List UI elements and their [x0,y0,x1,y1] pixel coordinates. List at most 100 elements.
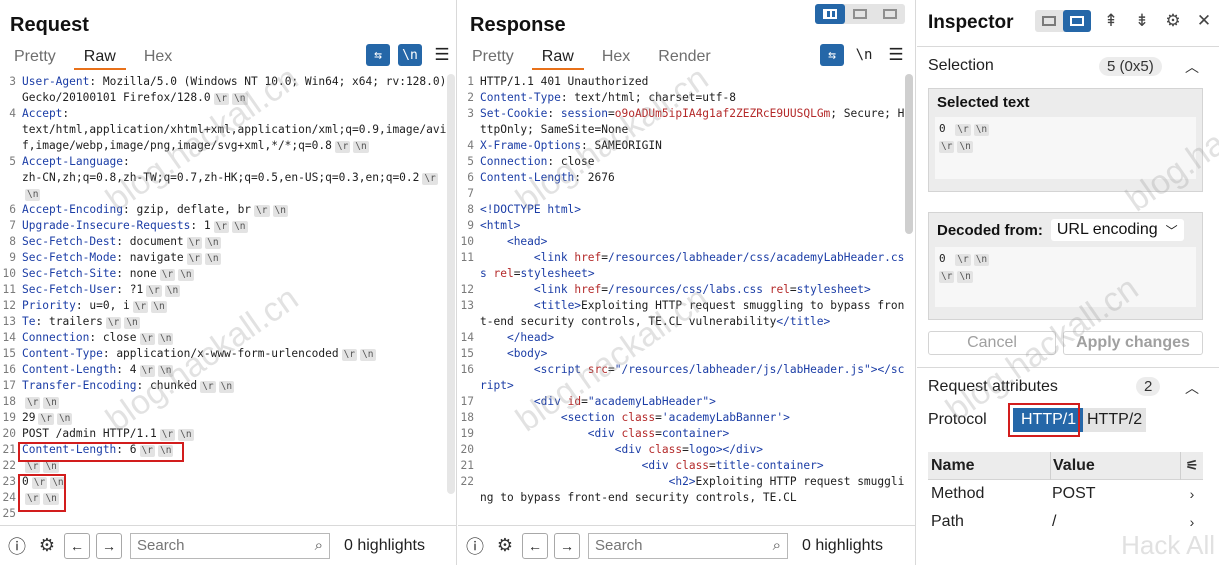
response-line: 6 Content-Length: 2676 [458,170,906,186]
response-line: 4 X-Frame-Options: SAMEORIGIN [458,138,906,154]
menu-icon[interactable]: ☰ [884,44,908,66]
previous-match-button[interactable]: ← [64,532,90,559]
decoded-from-label: Decoded from: [937,221,1043,239]
tab-pretty[interactable]: Pretty [462,46,524,70]
crlf-badge: \r [186,253,203,265]
header-colon: : [102,347,110,360]
tab-raw[interactable]: Raw [531,46,584,70]
crlf-badge: \r [146,285,162,297]
close-icon[interactable]: ✕ [1193,10,1215,32]
gear-icon[interactable]: ⚙ [1162,10,1184,32]
inspector-toolbar: ⇞ ⇟ ⚙ ✕ [1035,10,1215,32]
table-row[interactable]: Path / › [928,508,1203,536]
expand-all-icon[interactable]: ⇞ [1100,10,1122,32]
crlf-badge: \r [159,269,176,281]
previous-match-button[interactable]: ← [522,532,548,559]
layout-side-by-side-button[interactable] [815,4,845,24]
column-value[interactable]: Value [1051,457,1180,475]
protocol-http1-button[interactable]: HTTP/1 [1013,408,1085,432]
crlf-badge: \n [25,189,41,201]
header-value: 0 [22,475,29,488]
request-attributes-label: Request attributes [928,378,1058,395]
chevron-right-icon[interactable]: › [1181,514,1203,530]
header-name: Sec-Fetch-Dest [22,235,117,248]
chevron-up-icon[interactable]: ︿ [1185,57,1199,77]
crlf-badge: \n [178,269,194,281]
tab-hex[interactable]: Hex [592,46,640,70]
column-filter-icon[interactable]: ⚟ [1181,457,1203,474]
selected-text-value[interactable]: 0 \r \n \r \n [935,117,1196,179]
header-value: text/html,application/xhtml+xml,applicat… [22,123,447,152]
response-line: 20 <div class=logo></div> [458,442,906,458]
request-scrollbar[interactable] [447,74,455,494]
header-name: Sec-Fetch-Mode [22,251,117,264]
request-search-input[interactable] [137,537,315,554]
tab-pretty[interactable]: Pretty [4,46,66,70]
next-match-button[interactable]: → [96,532,122,559]
encoding-select[interactable]: URL encoding ﹀ [1050,219,1184,241]
line-number: 19 [460,427,474,440]
apply-changes-button[interactable]: Apply changes [1063,331,1203,355]
menu-icon[interactable]: ☰ [430,44,454,66]
attributes-table: Name Value ⚟ Method POST › Path / › [928,451,1203,536]
layout-stacked-button[interactable] [845,4,875,24]
header-colon: : [123,203,130,216]
response-tabs: Pretty Raw Hex Render [462,46,729,72]
selected-text-label: Selected text [937,94,1030,111]
crlf-badge: \r [939,271,955,283]
request-line: 24 \r \n [0,490,456,506]
selection-label: Selection [928,57,994,74]
response-editor[interactable]: 1 HTTP/1.1 401 Unauthorized 2 Content-Type:… [458,74,906,526]
column-name[interactable]: Name [928,457,1050,475]
line-number: 18 [2,395,16,408]
chevron-right-icon[interactable]: › [1181,486,1203,502]
cancel-button[interactable]: Cancel [928,331,1056,355]
decoded-value[interactable]: 0 \r \n \r \n [935,247,1196,307]
header-value: close [96,331,137,344]
settings-icon[interactable]: ⚙ [34,533,60,559]
layout-toggle [815,4,905,24]
response-line-text: <script src="/resources/labheader/js/lab… [480,363,905,392]
decoded-box: Decoded from: URL encoding ﹀ 0 \r \n \r \n [928,212,1203,320]
header-name: Content-Length [22,443,117,456]
inspector-pane: Inspector ⇞ ⇟ ⚙ ✕ Selection 5 (0x5) ︿ Se… [917,0,1219,565]
response-line-text: <div class=logo></div> [614,443,763,456]
wrap-lines-icon[interactable]: ⇆ [366,44,390,66]
request-toolbar: ⇆ \n ☰ [358,44,454,66]
next-match-button[interactable]: → [554,532,580,559]
help-icon[interactable]: ⓘ [4,533,30,559]
request-highlights-count: 0 highlights [344,536,425,554]
header-value: application/x-www-form-urlencoded [109,347,339,360]
show-newlines-icon[interactable]: \n [398,44,422,66]
inspector-layout-right-button[interactable] [1063,10,1091,32]
tab-hex[interactable]: Hex [134,46,182,70]
crlf-badge: \n [973,124,990,136]
inspector-layout-left-button[interactable] [1035,10,1063,32]
layout-tabs-button[interactable] [875,4,905,24]
response-line: 5 Connection: close [458,154,906,170]
response-bottom-bar: ⓘ ⚙ ← → ⌕ 0 highlights [458,525,915,565]
protocol-http2-button[interactable]: HTTP/2 [1083,408,1147,432]
chevron-up-icon[interactable]: ︿ [1185,378,1199,398]
response-line: 2 Content-Type: text/html; charset=utf-8 [458,90,906,106]
header-value: none [123,267,157,280]
crlf-badge: \n [178,429,194,441]
tab-render[interactable]: Render [648,46,720,70]
wrap-lines-icon[interactable]: ⇆ [820,44,844,66]
collapse-all-icon[interactable]: ⇟ [1131,10,1153,32]
response-line-text: Content-Length: 2676 [480,171,615,184]
request-line: 25 [0,506,456,522]
show-newlines-icon[interactable]: \n [852,44,876,66]
table-row[interactable]: Method POST › [928,480,1203,508]
response-search-input[interactable] [595,537,773,554]
request-line: 21 Content-Length: 6 \r \n [0,442,456,458]
request-line: 23 0 \r \n [0,474,456,490]
crlf-badge: \n [218,381,235,393]
settings-icon[interactable]: ⚙ [492,533,518,559]
response-scrollbar[interactable] [905,74,913,234]
help-icon[interactable]: ⓘ [462,533,488,559]
inspector-layout-toggle [1035,10,1091,32]
request-line: 19 29 \r \n [0,410,456,426]
request-editor[interactable]: 3 User-Agent: Mozilla/5.0 (Windows NT 10.… [0,74,456,526]
tab-raw[interactable]: Raw [73,46,126,70]
